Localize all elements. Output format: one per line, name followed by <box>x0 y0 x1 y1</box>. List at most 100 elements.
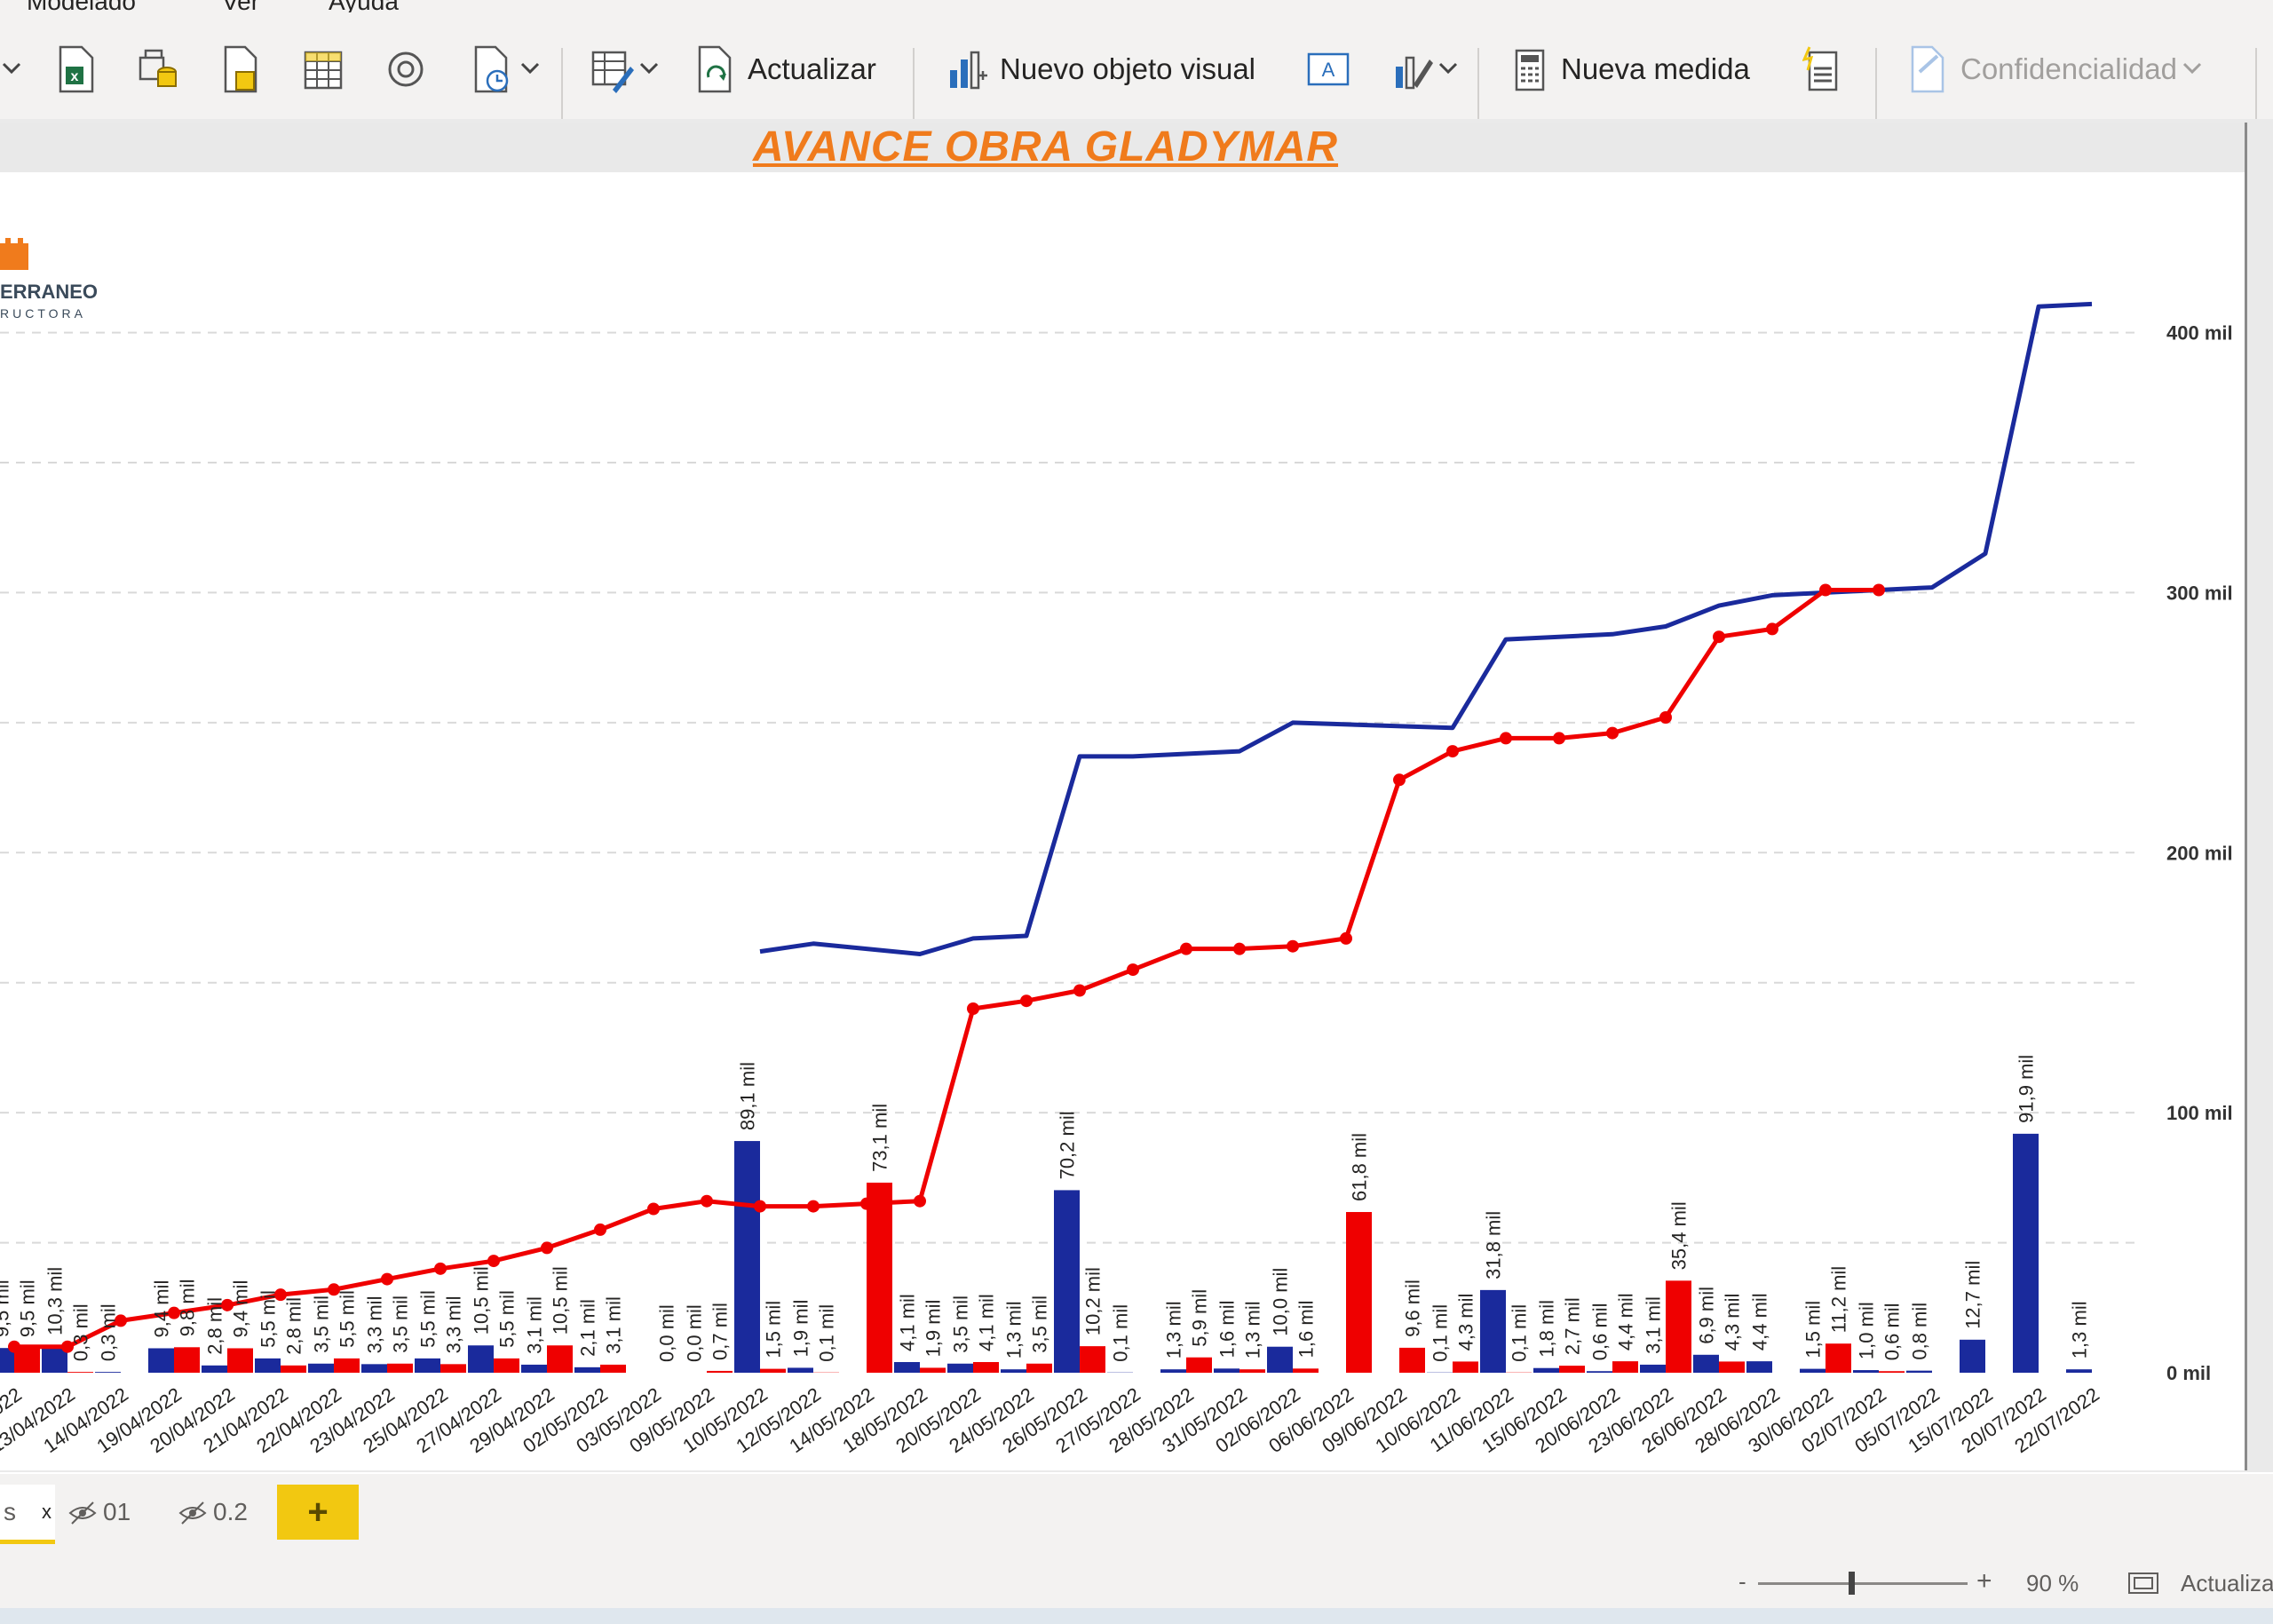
more-visuals-button[interactable] <box>1390 44 1458 94</box>
refresh-button[interactable]: Actualizar <box>694 44 876 94</box>
bar-blue <box>1693 1354 1719 1373</box>
data-label-red: 10,2 mil <box>1082 1267 1105 1335</box>
tab-label: 01 <box>103 1498 131 1525</box>
text-box-button[interactable]: A <box>1305 44 1351 94</box>
recent-sources-button[interactable] <box>471 44 540 94</box>
line-marker-red <box>381 1272 393 1286</box>
hidden-eye-icon <box>178 1501 207 1525</box>
data-label-red: 9,6 mil <box>1402 1279 1424 1337</box>
line-marker-red <box>1340 931 1352 945</box>
bar-red <box>1080 1346 1105 1373</box>
data-label-blue: 5,5 mil <box>417 1290 440 1348</box>
tab-page-02[interactable]: 0.2 <box>178 1485 266 1540</box>
ribbon-separator <box>913 48 915 119</box>
y-tick-label: 400 mil <box>2166 322 2233 345</box>
bar-blue <box>2013 1133 2039 1373</box>
bar-blue <box>1906 1370 1932 1373</box>
data-label-blue: 1,0 mil <box>1856 1302 1878 1359</box>
zoom-out-button[interactable]: - <box>1738 1568 1746 1596</box>
line-marker-red <box>1553 732 1565 745</box>
data-label-blue: 1,9 mil <box>790 1300 812 1358</box>
database-icon <box>139 49 177 87</box>
data-label-blue: 10,5 mil <box>471 1266 493 1335</box>
bar-red <box>1346 1212 1372 1373</box>
data-label-blue: 0,0 mil <box>684 1304 706 1362</box>
bar-blue <box>1160 1369 1186 1373</box>
recent-sources-icon <box>474 45 509 93</box>
add-page-button[interactable]: + <box>277 1485 359 1540</box>
sensitivity-button[interactable]: Confidencialidad <box>1907 44 2202 94</box>
bar-red <box>1612 1361 1638 1373</box>
zoom-in-button[interactable]: + <box>1976 1566 1992 1596</box>
data-label-blue: 3,1 mil <box>1643 1296 1665 1354</box>
ribbon-separator <box>2255 48 2257 119</box>
new-visual-button[interactable]: Nuevo objeto visual <box>945 44 1255 94</box>
menu-modelado[interactable]: Modelado <box>27 0 136 12</box>
data-label-blue: 3,5 mil <box>950 1295 972 1353</box>
bar-red <box>1186 1357 1212 1373</box>
data-hub-button[interactable] <box>135 44 181 94</box>
data-label-red: 9,8 mil <box>177 1279 199 1337</box>
ribbon-separator <box>1477 48 1479 119</box>
data-label-blue: 10,0 mil <box>1270 1268 1292 1336</box>
bar-blue <box>1214 1368 1239 1373</box>
sql-button[interactable] <box>220 44 261 94</box>
bar-red <box>281 1365 306 1373</box>
line-marker-red <box>434 1262 447 1275</box>
zoom-slider-thumb[interactable] <box>1849 1572 1855 1595</box>
data-label-red: 1,6 mil <box>1295 1301 1318 1359</box>
line-marker-red <box>914 1194 926 1208</box>
data-label-red: 0,1 mil <box>816 1304 838 1362</box>
line-marker-red <box>754 1200 766 1213</box>
dataverse-button[interactable] <box>384 44 428 94</box>
bar-blue <box>894 1361 920 1373</box>
status-refresh-label[interactable]: Actualiza <box>2181 1570 2273 1597</box>
data-label-blue: 1,3 mil <box>1163 1301 1185 1359</box>
bar-blue <box>2066 1369 2092 1373</box>
data-label-red: 5,5 mil <box>337 1290 359 1348</box>
bar-blue <box>1533 1367 1559 1373</box>
bar-red <box>1559 1366 1585 1373</box>
enter-data-button[interactable] <box>302 44 345 94</box>
chevron-down-icon <box>520 62 540 75</box>
data-label-blue: 12,7 mil <box>1962 1261 1984 1329</box>
new-measure-button[interactable]: Nueva medida <box>1511 44 1750 94</box>
y-tick-label: 300 mil <box>2166 582 2233 604</box>
line-marker-red <box>8 1340 20 1353</box>
line-marker-red <box>1393 773 1406 787</box>
quick-measure-button[interactable] <box>1802 44 1841 94</box>
bar-blue <box>308 1363 334 1373</box>
tab-page-01[interactable]: 01 <box>67 1485 147 1540</box>
data-label-blue: 2,1 mil <box>577 1299 599 1357</box>
data-label-blue: 89,1 mil <box>737 1062 759 1130</box>
tab-close-icon[interactable]: x <box>42 1501 51 1524</box>
y-tick-label: 100 mil <box>2166 1102 2233 1124</box>
ribbon-chevron-button[interactable] <box>2 44 21 94</box>
dataverse-icon <box>388 51 424 87</box>
zoom-value: 90 % <box>2026 1570 2079 1596</box>
quick-measure-icon <box>1802 46 1838 91</box>
transform-data-button[interactable] <box>590 44 659 94</box>
new-measure-label: Nueva medida <box>1561 52 1750 85</box>
fit-to-page-icon[interactable] <box>2127 1570 2159 1596</box>
data-label-red: 1,3 mil <box>1242 1301 1264 1359</box>
tab-page-1[interactable]: s x <box>0 1485 55 1544</box>
data-label-red: 4,1 mil <box>976 1294 998 1351</box>
data-label-blue: 10,3 mil <box>44 1267 67 1335</box>
data-label-red: 3,5 mil <box>390 1295 412 1353</box>
excel-icon: x <box>59 45 94 93</box>
excel-button[interactable]: x <box>55 44 96 94</box>
tab-label: s <box>4 1498 16 1525</box>
combo-chart[interactable]: 0 mil 100 mil 200 mil 300 mil 400 mil 9,5 mil… <box>0 123 2245 1470</box>
bar-red <box>1666 1280 1691 1373</box>
data-label-blue: 31,8 mil <box>1483 1211 1505 1279</box>
menu-ayuda[interactable]: Ayuda <box>329 0 399 12</box>
bar-blue <box>255 1358 281 1373</box>
bar-blue <box>1054 1190 1080 1373</box>
data-label-blue: 0,6 mil <box>1589 1303 1612 1360</box>
data-label-blue: 0,8 mil <box>1909 1303 1931 1360</box>
zoom-slider-track[interactable] <box>1758 1582 1968 1585</box>
data-label-red: 4,4 mil <box>1615 1293 1637 1351</box>
line-marker-red <box>1446 745 1459 758</box>
menu-ver[interactable]: Ver <box>222 0 259 12</box>
